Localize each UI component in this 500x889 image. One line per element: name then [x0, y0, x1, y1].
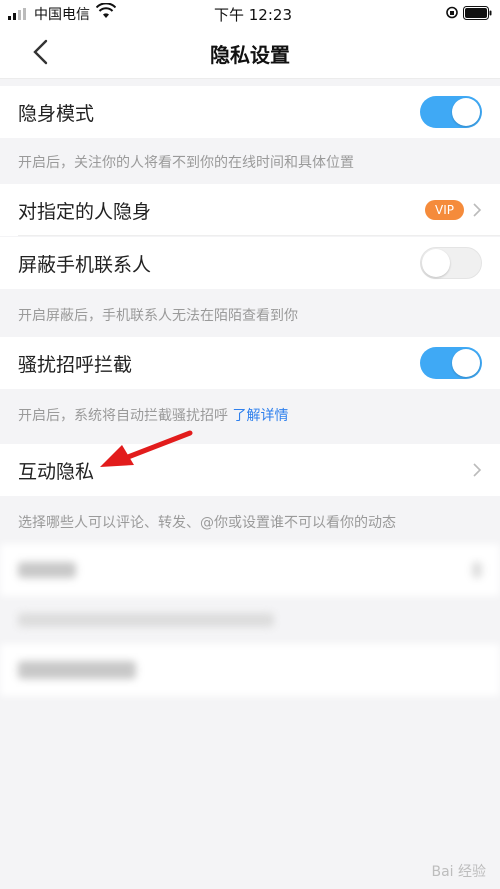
obscured-note [18, 613, 274, 627]
obscured-label [18, 661, 136, 679]
obscured-setting-row [0, 544, 500, 596]
block-contacts-toggle[interactable] [420, 247, 482, 279]
harassment-note: 开启后，系统将自动拦截骚扰招呼 了解详情 [18, 405, 288, 425]
chevron-right-icon [473, 203, 482, 217]
stealth-mode-note: 开启后，关注你的人将看不到你的在线时间和具体位置 [18, 155, 354, 171]
obscured-setting-row [0, 644, 500, 696]
block-contacts-note: 开启屏蔽后，手机联系人无法在陌陌查看到你 [18, 308, 298, 324]
stealth-mode-label: 隐身模式 [18, 103, 95, 125]
harassment-block-toggle[interactable] [420, 347, 482, 379]
status-time: 下午 12:23 [214, 6, 292, 24]
setting-block-contacts: 屏蔽手机联系人 [0, 237, 500, 289]
red-arrow-annotation [100, 430, 193, 467]
toggle-knob [452, 98, 480, 126]
wifi-icon [96, 3, 116, 18]
toggle-knob [422, 249, 450, 277]
stealth-mode-toggle[interactable] [420, 96, 482, 128]
learn-more-link[interactable]: 了解详情 [232, 408, 288, 424]
status-bar: 中国电信 下午 12:23 [0, 0, 500, 26]
stealth-specific-label: 对指定的人隐身 [18, 201, 152, 223]
setting-stealth-specific[interactable]: 对指定的人隐身 VIP [0, 184, 500, 236]
toggle-knob [452, 349, 480, 377]
harassment-note-text: 开启后，系统将自动拦截骚扰招呼 [18, 408, 228, 424]
watermark-logo: Bai 经验 [431, 864, 486, 880]
harassment-block-label: 骚扰招呼拦截 [18, 354, 133, 376]
setting-interaction-privacy[interactable]: 互动隐私 [0, 444, 500, 496]
rotation-lock-icon [446, 6, 458, 19]
setting-harassment-block: 骚扰招呼拦截 [0, 337, 500, 389]
row-divider [18, 235, 500, 236]
navigation-bar: 隐私设置 [0, 26, 500, 79]
page-title: 隐私设置 [210, 43, 290, 67]
carrier-name: 中国电信 [34, 7, 90, 23]
obscured-label [18, 562, 76, 578]
setting-stealth-mode: 隐身模式 [0, 86, 500, 138]
interaction-privacy-label: 互动隐私 [18, 461, 95, 483]
vip-badge: VIP [425, 200, 464, 220]
block-contacts-label: 屏蔽手机联系人 [18, 254, 152, 276]
battery-icon [463, 6, 492, 20]
obscured-chevron [472, 562, 482, 578]
interaction-privacy-note: 选择哪些人可以评论、转发、@你或设置谁不可以看你的动态 [18, 515, 396, 531]
chevron-right-icon [473, 463, 482, 477]
signal-icon [8, 8, 26, 20]
